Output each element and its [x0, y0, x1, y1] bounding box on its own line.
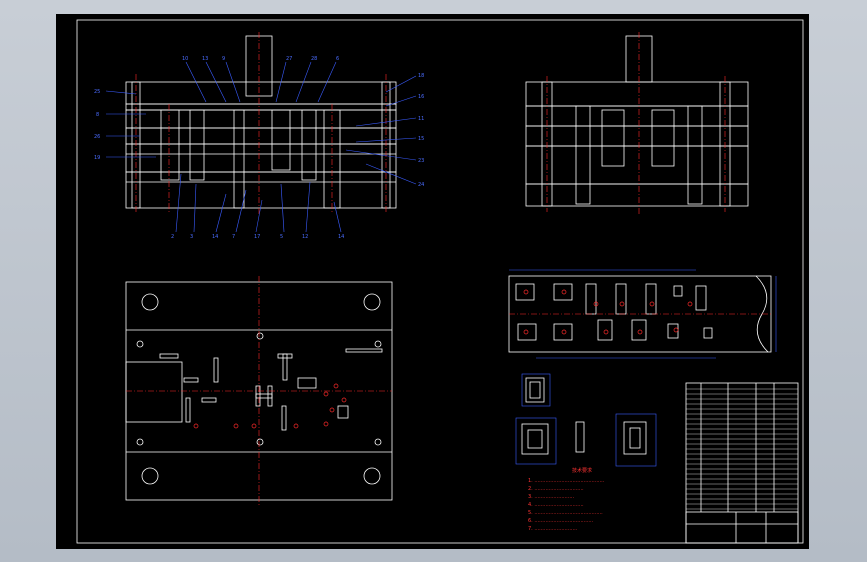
svg-text:2: 2: [171, 234, 174, 240]
svg-text:16: 16: [418, 94, 424, 100]
svg-text:7: 7: [232, 234, 235, 240]
svg-text:7. ...........................: 7. ...........................: [528, 526, 578, 532]
svg-text:6. ...........................: 6. .....................................: [528, 518, 594, 524]
svg-text:6: 6: [336, 56, 339, 62]
svg-text:5: 5: [280, 234, 283, 240]
svg-text:11: 11: [418, 116, 424, 122]
svg-text:17: 17: [254, 234, 260, 240]
svg-text:23: 23: [418, 158, 424, 164]
svg-text:24: 24: [418, 182, 424, 188]
svg-text:12: 12: [302, 234, 308, 240]
part-details: [515, 373, 657, 467]
drawing-sheet: 25 8 26 19 10 13 9 27 28 6 18 16 11 15 23 24 2 3 14 7…: [56, 14, 809, 549]
svg-text:3. .........................: 3. .........................: [528, 494, 575, 500]
svg-text:25: 25: [94, 89, 100, 95]
svg-text:27: 27: [286, 56, 292, 62]
svg-text:4. ...........................: 4. ...............................: [528, 502, 584, 508]
svg-text:1. ...........................: 1. .....................................…: [528, 478, 605, 484]
svg-text:28: 28: [311, 56, 317, 62]
svg-text:技术要求: 技术要求: [572, 467, 592, 474]
parts-list: [685, 382, 799, 544]
plan-view: [125, 276, 393, 506]
strip-layout: [508, 269, 777, 359]
svg-text:2. ...........................: 2. ...............................: [528, 486, 584, 492]
svg-text:9: 9: [222, 56, 225, 62]
front-section-view: 25826 1910 13 9 27 28 61816 111523 242 3 14 7…: [94, 32, 424, 240]
svg-text:10: 10: [182, 56, 188, 62]
cad-drawing: 25826 1910 13 9 27 28 61816 111523 242 3 14 7…: [76, 19, 804, 544]
svg-text:5. ...........................: 5. .....................................…: [528, 510, 603, 516]
svg-text:15: 15: [418, 136, 424, 142]
svg-text:19: 19: [94, 155, 100, 161]
svg-text:3: 3: [190, 234, 193, 240]
svg-text:8: 8: [96, 112, 99, 118]
svg-text:14: 14: [212, 234, 218, 240]
svg-text:18: 18: [418, 73, 424, 79]
svg-text:26: 26: [94, 134, 100, 140]
side-section-view: [525, 32, 749, 214]
sheet-border: [76, 19, 804, 544]
technical-notes: 技术要求 1. ................................…: [528, 467, 605, 532]
svg-text:14: 14: [338, 234, 344, 240]
svg-text:13: 13: [202, 56, 208, 62]
